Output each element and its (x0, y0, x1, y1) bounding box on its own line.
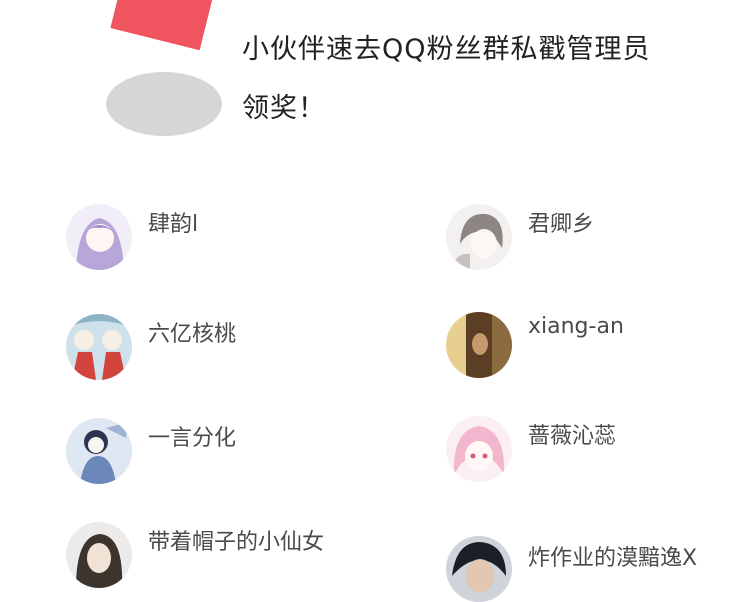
winner-item[interactable]: 六亿核桃 (66, 314, 236, 380)
anime-pink-hair-icon (446, 416, 512, 482)
avatar (66, 522, 132, 588)
winner-name: 蔷薇沁蕊 (528, 424, 617, 449)
winner-name: 一言分化 (148, 426, 237, 451)
winner-name: 君卿乡 (528, 212, 595, 237)
winner-item[interactable]: 炸作业的漠黯逸X (446, 536, 697, 602)
winner-name: 带着帽子的小仙女 (148, 530, 325, 555)
winner-item[interactable]: 一言分化 (66, 418, 236, 484)
avatar (446, 312, 512, 378)
gray-avatar-placeholder (106, 72, 222, 136)
anime-sketch-blue-icon (66, 418, 132, 484)
photo-doorway-icon (446, 312, 512, 378)
avatar (446, 416, 512, 482)
avatar (66, 418, 132, 484)
winner-item[interactable]: 肆韵l (66, 204, 198, 270)
avatar (66, 314, 132, 380)
avatar (446, 536, 512, 602)
anime-duo-red-icon (66, 314, 132, 380)
anime-girl-purple-icon (66, 204, 132, 270)
avatar (66, 204, 132, 270)
photo-boy-dark-icon (446, 536, 512, 602)
announcement-line-2: 领奖！ (242, 93, 326, 124)
photo-girl-icon (66, 522, 132, 588)
announcement-line-1: 小伙伴速去QQ粉丝群私戳管理员 (242, 34, 651, 65)
winner-name: xiang-an (528, 314, 624, 339)
winner-item[interactable]: 带着帽子的小仙女 (66, 522, 324, 588)
red-decoration-shape (110, 0, 214, 51)
winner-item[interactable]: 蔷薇沁蕊 (446, 416, 616, 482)
winner-name: 肆韵l (148, 212, 199, 237)
winner-item[interactable]: 君卿乡 (446, 204, 594, 270)
winner-name: 六亿核桃 (148, 322, 237, 347)
avatar (446, 204, 512, 270)
anime-boy-gray-icon (446, 204, 512, 270)
winner-name: 炸作业的漠黯逸X (528, 546, 698, 571)
winner-item[interactable]: xiang-an (446, 312, 624, 378)
